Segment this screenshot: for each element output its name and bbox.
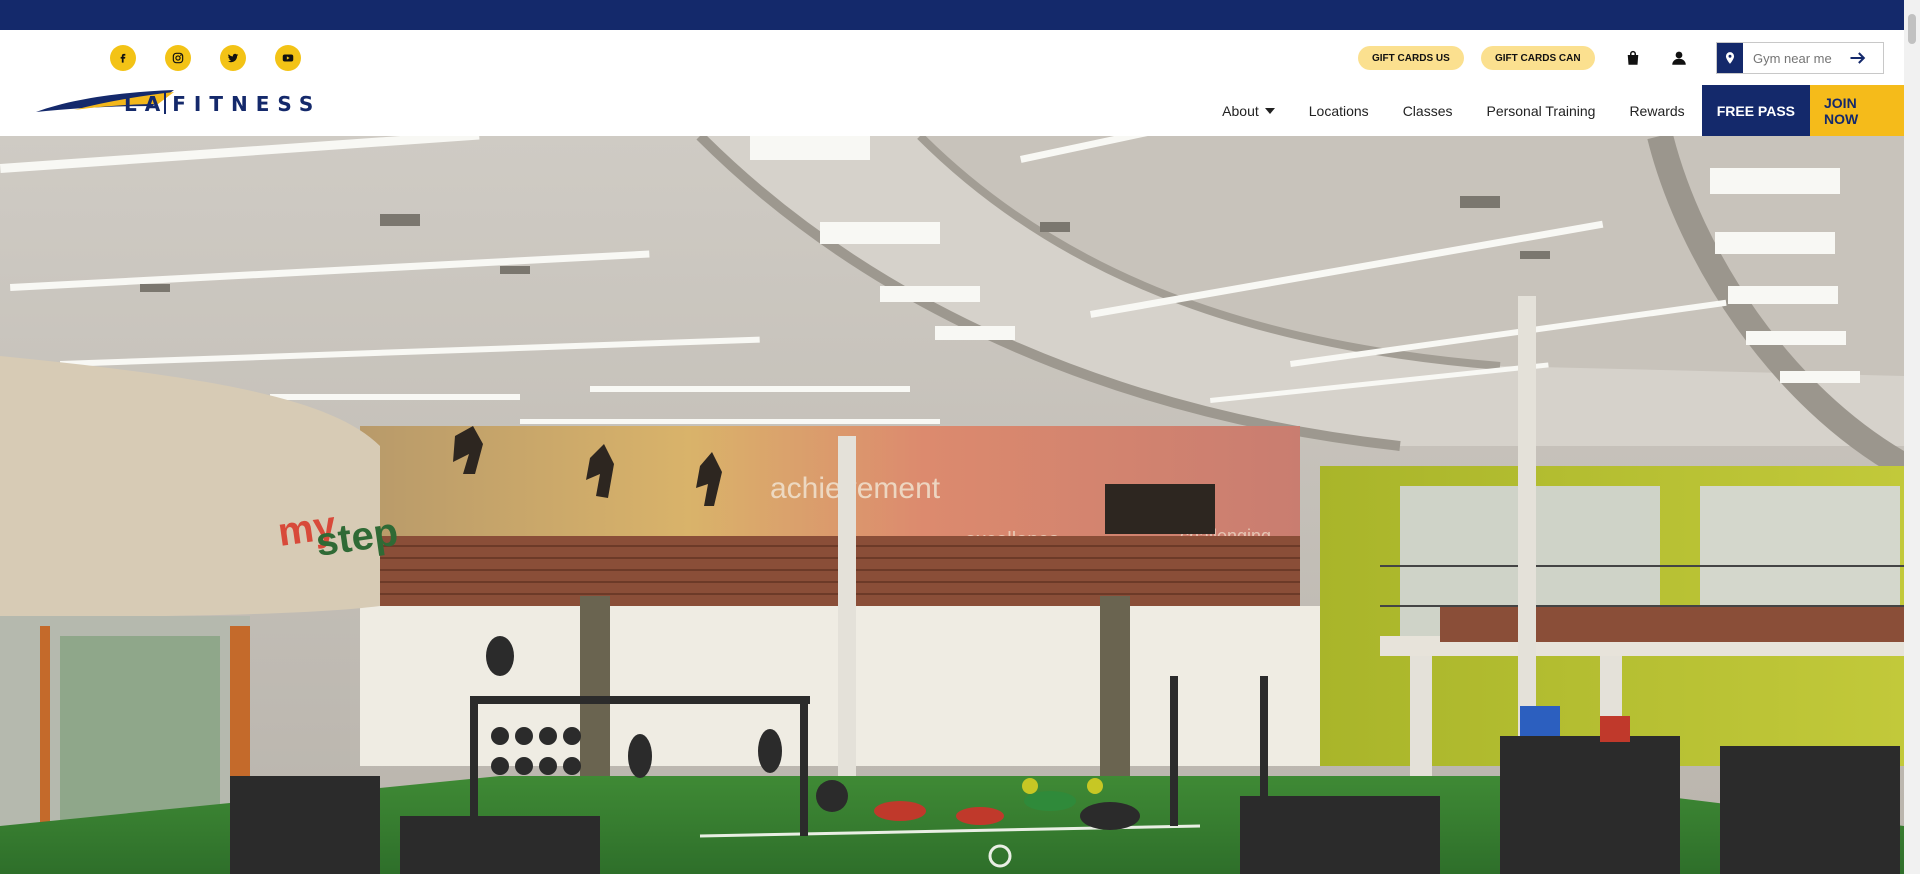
top-bar	[0, 0, 1904, 30]
instagram-icon[interactable]	[165, 45, 191, 71]
account-icon[interactable]	[1668, 47, 1690, 69]
gym-interior-illustration: achievement excellence challenging my st…	[0, 136, 1904, 874]
facebook-icon[interactable]	[110, 45, 136, 71]
site-header: LAFITNESS GIFT CARDS US GIFT CARDS CAN A…	[0, 30, 1904, 136]
nav-rewards[interactable]: Rewards	[1612, 85, 1701, 136]
twitter-icon[interactable]	[220, 45, 246, 71]
gift-cards-us-button[interactable]: GIFT CARDS US	[1358, 46, 1464, 70]
nav-about[interactable]: About	[1205, 85, 1292, 136]
youtube-icon[interactable]	[275, 45, 301, 71]
caret-down-icon	[1264, 107, 1275, 114]
join-now-button[interactable]: JOIN NOW	[1810, 85, 1904, 136]
nav-classes[interactable]: Classes	[1386, 85, 1470, 136]
gift-cards-can-button[interactable]: GIFT CARDS CAN	[1481, 46, 1595, 70]
nav-locations[interactable]: Locations	[1292, 85, 1386, 136]
main-nav: About Locations Classes Personal Trainin…	[1205, 85, 1904, 136]
gym-search-input[interactable]	[1743, 50, 1843, 66]
arrow-right-icon[interactable]	[1843, 48, 1873, 68]
page-scrollbar[interactable]	[1904, 0, 1920, 874]
location-pin-icon	[1717, 43, 1743, 73]
nav-personal-training[interactable]: Personal Training	[1469, 85, 1612, 136]
gym-search-box	[1716, 42, 1884, 74]
shopping-bag-icon[interactable]	[1622, 47, 1644, 69]
free-pass-button[interactable]: FREE PASS	[1701, 85, 1810, 136]
logo-wordmark: LA FITNESS	[124, 92, 322, 116]
hero-image: achievement excellence challenging my st…	[0, 136, 1904, 874]
scrollbar-thumb[interactable]	[1908, 14, 1916, 44]
nav-about-label: About	[1222, 102, 1259, 119]
